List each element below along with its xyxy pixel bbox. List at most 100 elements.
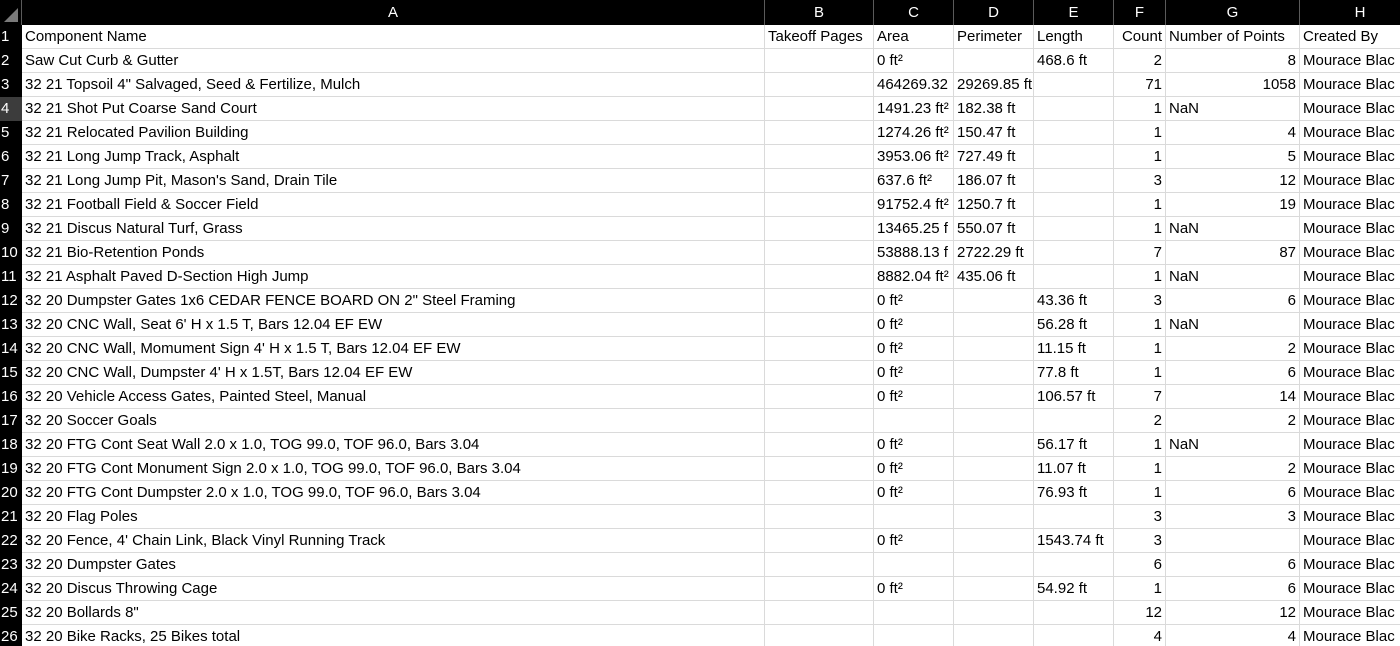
cell-d[interactable]	[954, 433, 1034, 457]
cell-b[interactable]	[765, 481, 874, 505]
row-header[interactable]: 15	[0, 361, 22, 385]
cell-e[interactable]	[1034, 217, 1114, 241]
cell-c[interactable]: 13465.25 f	[874, 217, 954, 241]
cell-c[interactable]	[874, 601, 954, 625]
cell-c[interactable]: 1274.26 ft²	[874, 121, 954, 145]
cell-g[interactable]: 6	[1166, 553, 1300, 577]
row-header[interactable]: 8	[0, 193, 22, 217]
cell-f[interactable]: 1	[1114, 145, 1166, 169]
cell-b[interactable]: Takeoff Pages	[765, 25, 874, 49]
cell-f[interactable]: 1	[1114, 457, 1166, 481]
cell-c[interactable]: 0 ft²	[874, 385, 954, 409]
cell-f[interactable]: 1	[1114, 361, 1166, 385]
row-header[interactable]: 13	[0, 313, 22, 337]
cell-g[interactable]: 6	[1166, 481, 1300, 505]
cell-c[interactable]	[874, 505, 954, 529]
cell-g[interactable]: 2	[1166, 337, 1300, 361]
cell-f[interactable]: 1	[1114, 577, 1166, 601]
cell-b[interactable]	[765, 241, 874, 265]
cell-e[interactable]	[1034, 553, 1114, 577]
cell-b[interactable]	[765, 121, 874, 145]
cell-g[interactable]: NaN	[1166, 217, 1300, 241]
cell-f[interactable]: 3	[1114, 529, 1166, 553]
cell-a[interactable]: 32 21 Topsoil 4" Salvaged, Seed & Fertil…	[22, 73, 765, 97]
cell-f[interactable]: 2	[1114, 409, 1166, 433]
row-header[interactable]: 14	[0, 337, 22, 361]
cell-h[interactable]: Mourace Blac	[1300, 169, 1400, 193]
cell-g[interactable]: NaN	[1166, 265, 1300, 289]
cell-h[interactable]: Mourace Blac	[1300, 265, 1400, 289]
cell-a[interactable]: 32 20 Dumpster Gates	[22, 553, 765, 577]
cell-h[interactable]: Mourace Blac	[1300, 217, 1400, 241]
cell-f[interactable]: 7	[1114, 241, 1166, 265]
cell-c[interactable]: 0 ft²	[874, 433, 954, 457]
cell-a[interactable]: 32 21 Bio-Retention Ponds	[22, 241, 765, 265]
cell-a[interactable]: 32 20 Vehicle Access Gates, Painted Stee…	[22, 385, 765, 409]
cell-h[interactable]: Mourace Blac	[1300, 193, 1400, 217]
cell-e[interactable]: 11.07 ft	[1034, 457, 1114, 481]
cell-c[interactable]: 637.6 ft²	[874, 169, 954, 193]
cell-g[interactable]: 2	[1166, 457, 1300, 481]
cell-b[interactable]	[765, 265, 874, 289]
cell-a[interactable]: 32 21 Discus Natural Turf, Grass	[22, 217, 765, 241]
row-header[interactable]: 3	[0, 73, 22, 97]
row-header[interactable]: 25	[0, 601, 22, 625]
cell-f[interactable]: 1	[1114, 481, 1166, 505]
row-header[interactable]: 24	[0, 577, 22, 601]
cell-c[interactable]: 8882.04 ft²	[874, 265, 954, 289]
cell-a[interactable]: 32 20 Soccer Goals	[22, 409, 765, 433]
cell-c[interactable]: 464269.32	[874, 73, 954, 97]
cell-c[interactable]: 0 ft²	[874, 457, 954, 481]
cell-g[interactable]: NaN	[1166, 313, 1300, 337]
cell-e[interactable]	[1034, 265, 1114, 289]
cell-f[interactable]: 1	[1114, 433, 1166, 457]
cell-f[interactable]: 2	[1114, 49, 1166, 73]
cell-e[interactable]: 11.15 ft	[1034, 337, 1114, 361]
cell-g[interactable]: 4	[1166, 625, 1300, 646]
cell-c[interactable]: 91752.4 ft²	[874, 193, 954, 217]
select-all-button[interactable]	[0, 0, 22, 25]
cell-e[interactable]: 106.57 ft	[1034, 385, 1114, 409]
cell-d[interactable]: 186.07 ft	[954, 169, 1034, 193]
cell-g[interactable]: 1058	[1166, 73, 1300, 97]
cell-h[interactable]: Mourace Blac	[1300, 49, 1400, 73]
cell-f[interactable]: 1	[1114, 265, 1166, 289]
cell-f[interactable]: 1	[1114, 313, 1166, 337]
column-header-c[interactable]: C	[874, 0, 954, 25]
cell-b[interactable]	[765, 553, 874, 577]
cell-h[interactable]: Mourace Blac	[1300, 361, 1400, 385]
cell-d[interactable]	[954, 385, 1034, 409]
cell-a[interactable]: 32 20 FTG Cont Monument Sign 2.0 x 1.0, …	[22, 457, 765, 481]
cell-e[interactable]	[1034, 241, 1114, 265]
cell-b[interactable]	[765, 73, 874, 97]
column-header-d[interactable]: D	[954, 0, 1034, 25]
cell-b[interactable]	[765, 457, 874, 481]
cell-a[interactable]: 32 20 FTG Cont Dumpster 2.0 x 1.0, TOG 9…	[22, 481, 765, 505]
cell-h[interactable]: Mourace Blac	[1300, 73, 1400, 97]
cell-h[interactable]: Mourace Blac	[1300, 385, 1400, 409]
cell-a[interactable]: 32 20 CNC Wall, Dumpster 4' H x 1.5T, Ba…	[22, 361, 765, 385]
cell-g[interactable]: 5	[1166, 145, 1300, 169]
row-header[interactable]: 23	[0, 553, 22, 577]
cell-c[interactable]: 1491.23 ft²	[874, 97, 954, 121]
cell-h[interactable]: Created By	[1300, 25, 1400, 49]
cell-e[interactable]: 76.93 ft	[1034, 481, 1114, 505]
cell-b[interactable]	[765, 409, 874, 433]
cell-g[interactable]: Number of Points	[1166, 25, 1300, 49]
cell-e[interactable]	[1034, 601, 1114, 625]
cell-d[interactable]: 550.07 ft	[954, 217, 1034, 241]
cell-f[interactable]: 1	[1114, 337, 1166, 361]
cell-b[interactable]	[765, 385, 874, 409]
cell-b[interactable]	[765, 193, 874, 217]
cell-h[interactable]: Mourace Blac	[1300, 553, 1400, 577]
row-header[interactable]: 19	[0, 457, 22, 481]
cell-a[interactable]: 32 20 Bollards 8"	[22, 601, 765, 625]
cell-d[interactable]: 150.47 ft	[954, 121, 1034, 145]
cell-c[interactable]	[874, 553, 954, 577]
cell-d[interactable]: 435.06 ft	[954, 265, 1034, 289]
row-header[interactable]: 17	[0, 409, 22, 433]
cell-g[interactable]: NaN	[1166, 433, 1300, 457]
cell-d[interactable]	[954, 49, 1034, 73]
cell-e[interactable]	[1034, 505, 1114, 529]
cell-g[interactable]: 19	[1166, 193, 1300, 217]
